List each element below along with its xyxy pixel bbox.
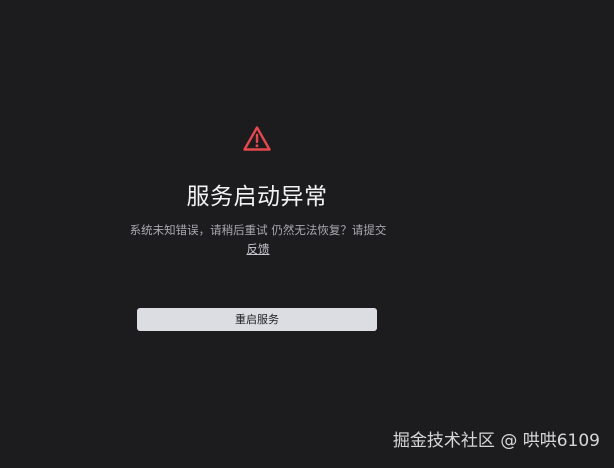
warning-triangle-icon (242, 124, 272, 154)
error-message: 系统未知错误，请稍后重试 仍然无法恢复？请提交 反馈 (118, 221, 398, 259)
error-message-text: 系统未知错误，请稍后重试 仍然无法恢复？请提交 (129, 223, 387, 237)
error-panel: 服务启动异常 系统未知错误，请稍后重试 仍然无法恢复？请提交 反馈 重启服务 (0, 0, 614, 468)
error-title: 服务启动异常 (186, 184, 328, 210)
restart-service-button[interactable]: 重启服务 (137, 308, 377, 331)
feedback-link[interactable]: 反馈 (247, 242, 270, 256)
watermark: 掘金技术社区 @ 哄哄6109 (392, 431, 600, 451)
